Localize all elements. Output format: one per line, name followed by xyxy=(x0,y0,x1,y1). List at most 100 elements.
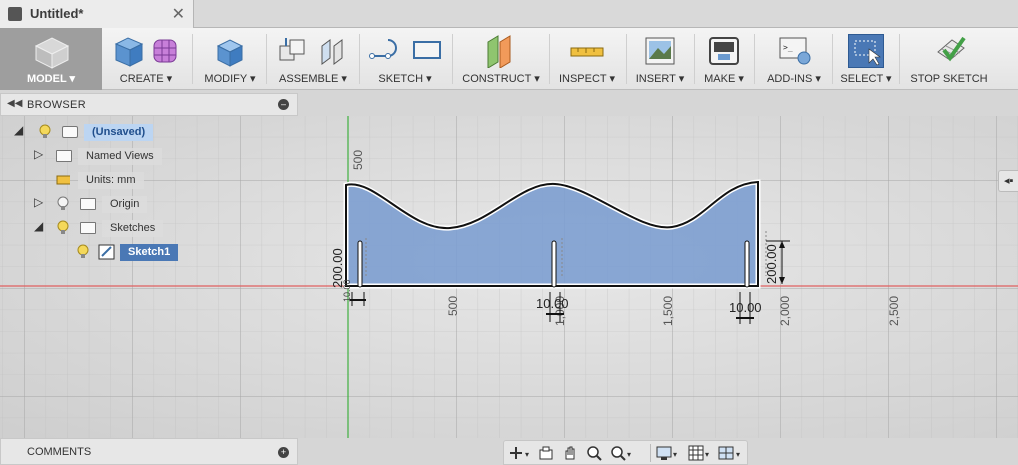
comments-title: COMMENTS xyxy=(27,446,92,458)
select-menu[interactable]: SELECT ▾ xyxy=(836,28,896,90)
component-icon xyxy=(62,126,78,138)
tree-item-units[interactable]: Units: mm xyxy=(0,170,200,190)
insert-image-icon xyxy=(645,37,675,65)
tree-label-sketches: Sketches xyxy=(102,220,164,237)
expand-arrow-icon[interactable]: ▷ xyxy=(34,195,43,209)
modify-press-pull-icon xyxy=(216,39,244,67)
visibility-bulb-icon[interactable] xyxy=(56,220,70,235)
browser-panel-header[interactable]: ◀◀ BROWSER – xyxy=(0,93,298,116)
folder-icon xyxy=(80,198,96,210)
visibility-bulb-icon[interactable] xyxy=(56,196,70,211)
svg-text:>_: >_ xyxy=(783,43,793,52)
x-tick-2000: 2,000 xyxy=(778,296,792,326)
sketch-menu-label: SKETCH ▾ xyxy=(378,73,432,85)
x-tick-1500: 1,500 xyxy=(661,296,675,326)
tree-label-sketch1: Sketch1 xyxy=(120,244,179,261)
dimension-right-width[interactable]: 10.00 xyxy=(729,300,762,315)
stop-sketch-check-icon xyxy=(937,36,966,62)
tree-item-named-views[interactable]: ▷ Named Views xyxy=(0,146,200,166)
panel-options-icon: ◂▪ xyxy=(1004,175,1014,187)
expand-arrow-icon[interactable]: ◢ xyxy=(14,123,23,137)
expand-arrow-icon[interactable]: ▷ xyxy=(34,147,43,161)
close-tab-icon[interactable]: ✕ xyxy=(172,4,185,24)
make-menu[interactable]: MAKE ▾ xyxy=(696,28,752,90)
tree-item-sketches[interactable]: ◢ Sketches xyxy=(0,218,200,238)
select-tool-icon xyxy=(848,34,884,68)
collapse-panel-icon[interactable]: ◀◀ xyxy=(7,98,22,109)
navigation-bar: ▾ ▾ ▾ ▾ ▾ xyxy=(503,440,748,465)
assemble-menu-label: ASSEMBLE ▾ xyxy=(279,73,347,85)
tree-label-named-views: Named Views xyxy=(78,148,162,165)
construct-menu-label: CONSTRUCT ▾ xyxy=(462,73,540,85)
document-tab[interactable]: Untitled* ✕ xyxy=(0,0,194,28)
dimension-left-width[interactable]: 10.00 xyxy=(342,279,352,302)
stop-sketch-button[interactable]: STOP SKETCH xyxy=(904,28,994,90)
y-tick-500: 500 xyxy=(351,150,365,170)
tree-item-origin[interactable]: ▷ Origin xyxy=(0,194,200,214)
browser-options-icon[interactable]: – xyxy=(278,99,289,110)
folder-icon xyxy=(80,222,96,234)
addins-scripts-icon: >_ xyxy=(779,37,811,65)
sketch-line-rectangle-icon xyxy=(369,39,441,59)
comments-panel-header[interactable]: COMMENTS + xyxy=(0,438,298,465)
svg-text:▾: ▾ xyxy=(673,450,677,459)
units-ruler-icon xyxy=(56,175,70,185)
orbit-icon[interactable]: ▾ xyxy=(508,445,534,461)
make-3d-print-icon xyxy=(709,37,739,65)
document-title: Untitled* xyxy=(30,6,84,21)
create-menu[interactable]: CREATE ▾ xyxy=(106,28,186,90)
tree-label-root: (Unsaved) xyxy=(84,124,154,141)
addins-menu-label: ADD-INS ▾ xyxy=(767,73,821,85)
construct-menu[interactable]: CONSTRUCT ▾ xyxy=(456,28,546,90)
model-workspace-icon xyxy=(34,37,70,69)
inspect-menu[interactable]: INSPECT ▾ xyxy=(552,28,622,90)
tree-label-units: Units: mm xyxy=(78,172,144,189)
document-icon xyxy=(8,7,22,21)
svg-text:▾: ▾ xyxy=(627,450,631,459)
visibility-bulb-icon[interactable] xyxy=(76,244,90,259)
display-settings-icon[interactable]: ▾ xyxy=(656,445,682,461)
workspace-model-label: MODEL ▾ xyxy=(26,73,76,85)
stop-sketch-label: STOP SKETCH xyxy=(910,73,988,85)
dimension-mid-width[interactable]: 10.00 xyxy=(536,296,569,311)
fit-zoom-icon[interactable]: ▾ xyxy=(610,445,636,461)
x-tick-2500: 2,500 xyxy=(887,296,901,326)
create-menu-label: CREATE ▾ xyxy=(119,73,173,85)
assemble-joint-icon xyxy=(279,38,343,65)
main-toolbar: MODEL ▾ CREATE ▾ MODIFY ▾ ASSEMBLE ▾ SKE… xyxy=(0,28,1018,90)
create-box-icon xyxy=(114,37,177,67)
viewports-icon[interactable]: ▾ xyxy=(718,445,746,461)
folder-icon xyxy=(56,150,72,162)
look-at-icon[interactable] xyxy=(538,445,554,461)
select-menu-label: SELECT ▾ xyxy=(840,73,892,85)
sketch-icon xyxy=(98,244,115,260)
construct-plane-icon xyxy=(487,35,511,68)
svg-text:▾: ▾ xyxy=(525,450,529,459)
expand-arrow-icon[interactable]: ◢ xyxy=(34,219,43,233)
modify-menu-label: MODIFY ▾ xyxy=(204,73,256,85)
visibility-bulb-icon[interactable] xyxy=(38,124,52,139)
pan-hand-icon[interactable] xyxy=(562,445,578,461)
make-menu-label: MAKE ▾ xyxy=(704,73,744,85)
tree-label-origin: Origin xyxy=(102,196,148,213)
inspect-menu-label: INSPECT ▾ xyxy=(558,73,616,85)
svg-text:▾: ▾ xyxy=(736,450,740,459)
addins-menu[interactable]: >_ ADD-INS ▾ xyxy=(758,28,830,90)
x-tick-500: 500 xyxy=(446,296,460,316)
sketch-menu[interactable]: SKETCH ▾ xyxy=(362,28,448,90)
insert-menu[interactable]: INSERT ▾ xyxy=(628,28,692,90)
workspace-model-button[interactable]: MODEL ▾ xyxy=(0,28,102,90)
right-panel-handle[interactable]: ◂▪ xyxy=(998,170,1018,192)
assemble-menu[interactable]: ASSEMBLE ▾ xyxy=(270,28,356,90)
inspect-measure-icon xyxy=(570,47,604,57)
grid-settings-icon[interactable]: ▾ xyxy=(688,445,714,461)
dimension-right-height[interactable]: 200.00 xyxy=(764,244,779,284)
modify-menu[interactable]: MODIFY ▾ xyxy=(198,28,262,90)
zoom-icon[interactable] xyxy=(586,445,602,461)
tree-item-root[interactable]: ◢ (Unsaved) xyxy=(0,122,200,142)
svg-text:▾: ▾ xyxy=(705,450,709,459)
insert-menu-label: INSERT ▾ xyxy=(635,73,685,85)
tree-item-sketch1[interactable]: Sketch1 xyxy=(0,242,200,262)
comments-add-icon[interactable]: + xyxy=(278,447,289,458)
browser-title: BROWSER xyxy=(27,99,86,111)
